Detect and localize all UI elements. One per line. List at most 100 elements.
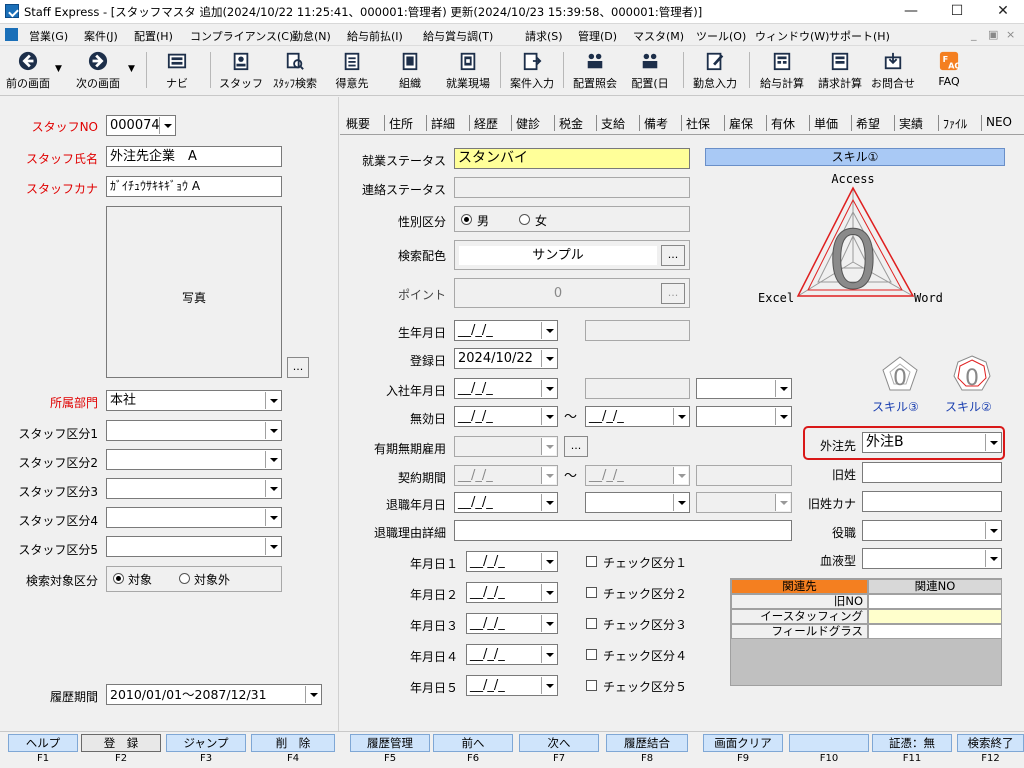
work-site-button[interactable]: 就業現場	[440, 48, 496, 94]
contract-type-select[interactable]	[454, 436, 558, 457]
photo-area[interactable]: 写真	[106, 206, 282, 378]
points-button[interactable]: ...	[661, 283, 685, 304]
photo-browse-button[interactable]: ...	[287, 357, 309, 378]
menu-support[interactable]: サポート(H)	[829, 28, 890, 44]
fkey-f4-button[interactable]: 削 除	[251, 734, 335, 752]
retire-type-select[interactable]	[696, 492, 792, 513]
skill-2-link[interactable]: スキル②	[945, 398, 992, 415]
date-row-4-picker[interactable]: __/_/_	[466, 644, 558, 665]
check-kubun-1-checkbox[interactable]	[586, 556, 597, 567]
fkey-f3-button[interactable]: ジャンプ	[166, 734, 246, 752]
contract-to-picker[interactable]: __/_/_	[585, 465, 690, 486]
staff-button[interactable]: スタッフ	[218, 48, 264, 94]
check-kubun-4-checkbox[interactable]	[586, 649, 597, 660]
tab-7[interactable]: 備考	[644, 115, 668, 132]
staff-kana-field[interactable]: ｶﾞｲﾁｭｳｻｷｷｷﾞｮｳ A	[106, 176, 282, 197]
date-row-5-picker[interactable]: __/_/_	[466, 675, 558, 696]
contract-from-picker[interactable]: __/_/_	[454, 465, 558, 486]
menu-case[interactable]: 案件(J)	[84, 28, 118, 44]
client-button[interactable]: 得意先	[330, 48, 374, 94]
join-type-select[interactable]	[696, 378, 792, 399]
menu-compliance[interactable]: コンプライアンス(C)	[190, 28, 293, 44]
tab-8[interactable]: 社保	[686, 115, 710, 132]
mdi-minimize-icon[interactable]: _	[971, 28, 977, 41]
case-entry-button[interactable]: 案件入力	[505, 48, 559, 94]
search-target-radio-on[interactable]	[113, 573, 124, 584]
check-kubun-2-checkbox[interactable]	[586, 587, 597, 598]
faq-button[interactable]: FAQ FAQ	[928, 48, 970, 94]
contact-button[interactable]: お問合せ	[868, 48, 918, 94]
fkey-f5-button[interactable]: 履歴管理	[350, 734, 430, 752]
fkey-f1-button[interactable]: ヘルプ	[8, 734, 78, 752]
contact-status-field[interactable]	[454, 177, 690, 198]
tab-1[interactable]: 住所	[389, 115, 413, 132]
fkey-f10-button[interactable]	[789, 734, 869, 752]
date-row-2-picker[interactable]: __/_/_	[466, 582, 558, 603]
tab-10[interactable]: 有休	[771, 115, 795, 132]
payroll-calc-button[interactable]: 給与計算	[754, 48, 810, 94]
billing-calc-button[interactable]: 請求計算	[812, 48, 868, 94]
registration-date-picker[interactable]: 2024/10/22	[454, 348, 558, 369]
tab-9[interactable]: 雇保	[729, 115, 753, 132]
skill-3-mini-chart[interactable]: 0	[880, 354, 920, 394]
organization-button[interactable]: 組織	[388, 48, 432, 94]
staff-kubun-5-select[interactable]	[106, 536, 282, 557]
navi-button[interactable]: ナビ	[160, 48, 194, 94]
date-row-3-picker[interactable]: __/_/_	[466, 613, 558, 634]
dept-select[interactable]: 本社	[106, 390, 282, 411]
menu-window[interactable]: ウィンドウ(W)	[755, 28, 829, 44]
next-dropdown-icon[interactable]: ▼	[128, 64, 135, 74]
skill-2-mini-chart[interactable]: 0	[952, 354, 992, 394]
invalid-reason-select[interactable]	[696, 406, 792, 427]
fkey-f12-button[interactable]: 検索終了	[957, 734, 1024, 752]
date-row-1-picker[interactable]: __/_/_	[466, 551, 558, 572]
join-date-picker[interactable]: __/_/_	[454, 378, 558, 399]
tab-0[interactable]: 概要	[346, 115, 370, 132]
tab-11[interactable]: 単価	[814, 115, 838, 132]
fkey-f8-button[interactable]: 履歴結合	[606, 734, 688, 752]
next-screen-button[interactable]: 次の画面	[69, 48, 127, 94]
tab-15[interactable]: NEO	[986, 115, 1012, 129]
attendance-entry-button[interactable]: 勤怠入力	[688, 48, 742, 94]
related-grid-row-no[interactable]	[868, 624, 1002, 639]
app-menu-icon[interactable]	[5, 28, 18, 41]
invalid-from-picker[interactable]: __/_/_	[454, 406, 558, 427]
search-color-button[interactable]: ...	[661, 245, 685, 266]
staff-kubun-4-select[interactable]	[106, 507, 282, 528]
history-period-select[interactable]: 2010/01/01～2087/12/31	[106, 684, 322, 705]
menu-placement[interactable]: 配置(H)	[134, 28, 173, 44]
menu-advance-pay[interactable]: 給与前払(I)	[347, 28, 403, 44]
menu-admin[interactable]: 管理(D)	[578, 28, 617, 44]
retire-reason-detail-field[interactable]	[454, 520, 792, 541]
placement-inquiry-button[interactable]: 配置照会	[567, 48, 623, 94]
old-kana-field[interactable]	[862, 491, 1002, 512]
gender-male-radio[interactable]	[461, 214, 472, 225]
fkey-f7-button[interactable]: 次へ	[519, 734, 599, 752]
staff-kubun-1-select[interactable]	[106, 420, 282, 441]
invalid-to-picker[interactable]: __/_/_	[585, 406, 690, 427]
fkey-f11-button[interactable]: 証憑：無	[872, 734, 952, 752]
menu-sales[interactable]: 営業(G)	[29, 28, 68, 44]
menu-master[interactable]: マスタ(M)	[633, 28, 684, 44]
placement-daily-button[interactable]: 配置(日	[627, 48, 673, 94]
related-grid-row-no[interactable]	[868, 594, 1002, 609]
menu-payroll-bonus[interactable]: 給与賞与調(T)	[423, 28, 493, 44]
retire-reason-select[interactable]	[585, 492, 690, 513]
skill-3-link[interactable]: スキル③	[872, 398, 919, 415]
tab-13[interactable]: 実績	[899, 115, 923, 132]
tab-6[interactable]: 支給	[601, 115, 625, 132]
menu-attendance[interactable]: 勤怠(N)	[292, 28, 331, 44]
fkey-f6-button[interactable]: 前へ	[433, 734, 513, 752]
check-kubun-5-checkbox[interactable]	[586, 680, 597, 691]
mdi-restore-icon[interactable]: ▣	[988, 28, 998, 41]
staff-kubun-3-select[interactable]	[106, 478, 282, 499]
check-kubun-3-checkbox[interactable]	[586, 618, 597, 629]
mdi-close-icon[interactable]: ×	[1006, 28, 1015, 41]
tab-5[interactable]: 税金	[559, 115, 583, 132]
skill-radar-chart[interactable]: Access Excel Word 0	[740, 170, 980, 310]
prev-dropdown-icon[interactable]: ▼	[55, 64, 62, 74]
employment-status-field[interactable]: スタンバイ	[454, 148, 690, 169]
prev-screen-button[interactable]: 前の画面	[0, 48, 56, 94]
menu-tools[interactable]: ツール(O)	[696, 28, 746, 44]
fkey-f2-button[interactable]: 登 録	[81, 734, 161, 752]
